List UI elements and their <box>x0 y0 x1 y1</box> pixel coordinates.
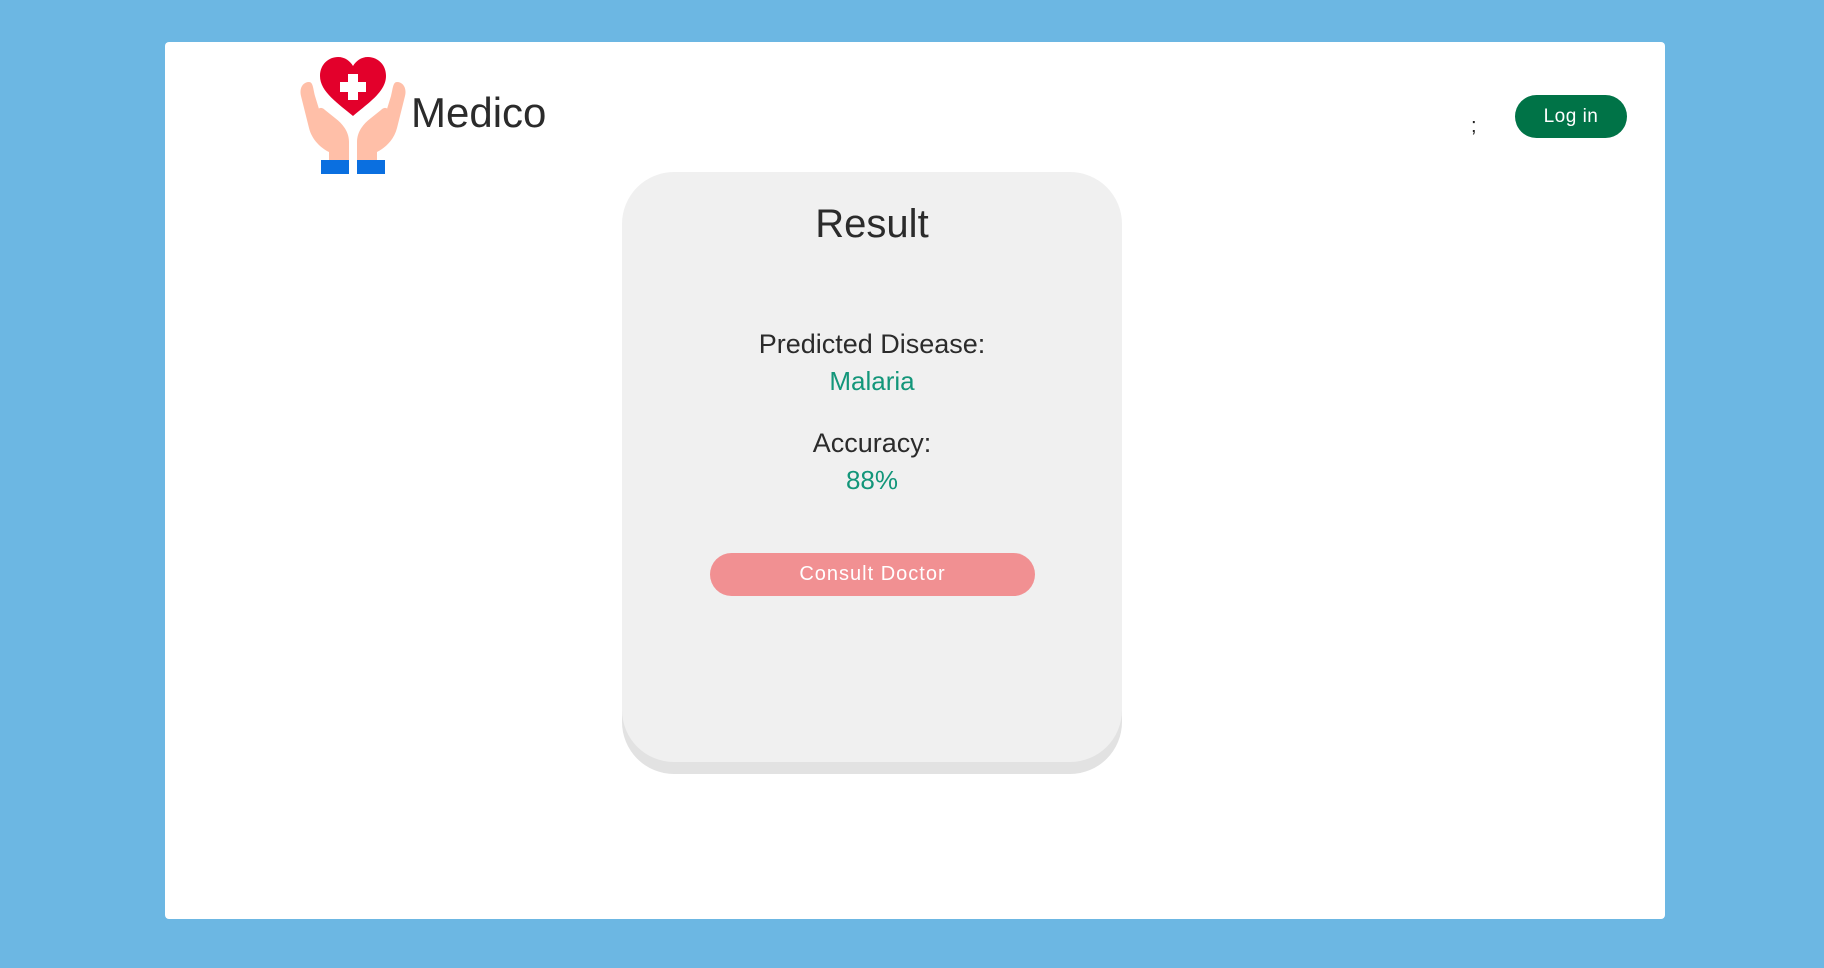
main-frame: Medico ; Log in Result Predicted Disease… <box>165 42 1665 919</box>
login-button[interactable]: Log in <box>1515 95 1627 138</box>
heart-hands-medical-icon <box>300 57 406 174</box>
accuracy-label: Accuracy: <box>812 428 932 458</box>
accuracy-value: 88% <box>845 465 899 495</box>
brand-name[interactable]: Medico <box>411 92 546 134</box>
predicted-disease-label: Predicted Disease: <box>758 329 986 359</box>
result-card: Result Predicted Disease: Malaria Accura… <box>622 172 1122 762</box>
result-title: Result <box>815 202 929 246</box>
predicted-disease-value: Malaria <box>829 366 915 396</box>
header-separator: ; <box>1471 115 1477 137</box>
consult-doctor-button[interactable]: Consult Doctor <box>710 553 1035 596</box>
